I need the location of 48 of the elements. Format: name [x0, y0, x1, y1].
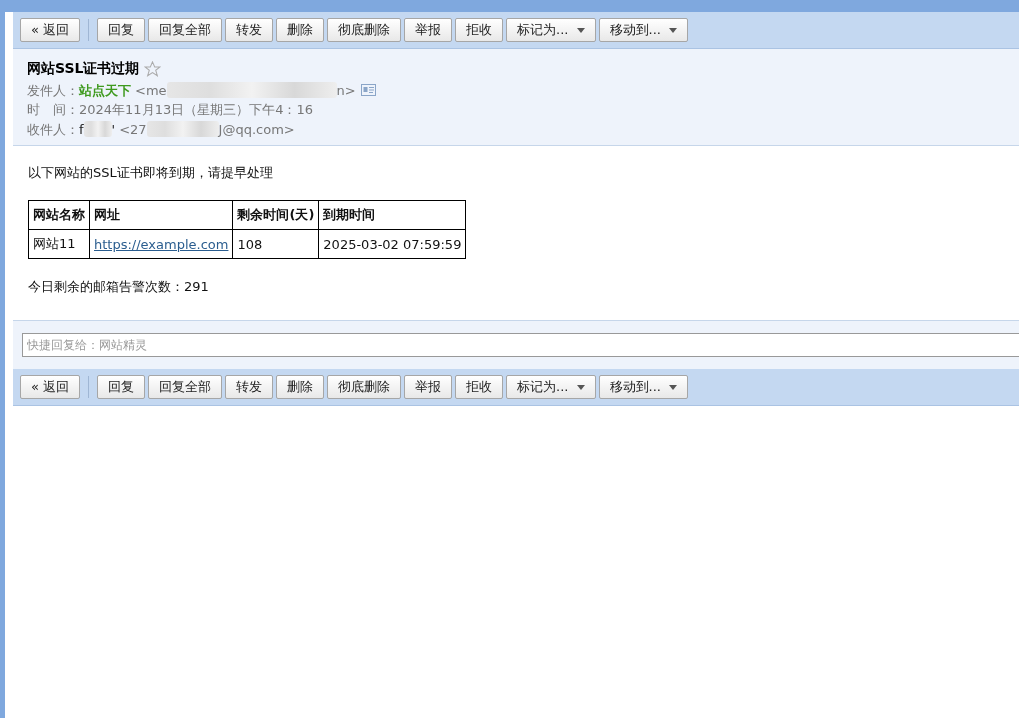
- toolbar-button[interactable]: 回复全部: [148, 18, 223, 42]
- dropdown-button[interactable]: 标记为...: [506, 18, 596, 42]
- back-button[interactable]: « 返回: [20, 375, 81, 399]
- caret-icon: [668, 27, 677, 33]
- contact-card-icon[interactable]: [360, 84, 376, 97]
- sender-email-end: n>: [336, 81, 356, 100]
- caret-icon: [576, 384, 585, 390]
- column-header: 到期时间: [318, 200, 466, 230]
- toolbar-button[interactable]: 彻底删除: [327, 375, 402, 399]
- toolbar-button[interactable]: 举报: [404, 375, 453, 399]
- redaction-blur: [83, 121, 112, 138]
- toolbar-button[interactable]: 删除: [276, 375, 325, 399]
- caret-icon: [668, 384, 677, 390]
- toolbar-button[interactable]: 回复: [97, 18, 146, 42]
- toolbar-button[interactable]: 拒收: [455, 375, 504, 399]
- table-cell: 2025-03-02 07:59:59: [318, 229, 466, 259]
- toolbar-button[interactable]: 转发: [225, 375, 274, 399]
- back-button[interactable]: « 返回: [20, 18, 81, 42]
- toolbar-button[interactable]: 拒收: [455, 18, 504, 42]
- toolbar-button[interactable]: 转发: [225, 18, 274, 42]
- recipient-email-start: <27: [119, 120, 147, 139]
- toolbar-button[interactable]: 彻底删除: [327, 18, 402, 42]
- recipient-name-start: f: [79, 120, 84, 139]
- sender-email-start: <me: [135, 81, 167, 100]
- dropdown-button[interactable]: 移动到...: [598, 375, 688, 399]
- dropdown-button[interactable]: 标记为...: [506, 375, 596, 399]
- caret-icon: [576, 27, 585, 33]
- quick-reply-field[interactable]: 快捷回复给：网站精灵: [22, 333, 1019, 357]
- intro-text: 以下网站的SSL证书即将到期，请提早处理: [28, 164, 274, 182]
- time-label: 时 间：: [27, 101, 79, 119]
- dropdown-button[interactable]: 移动到...: [598, 18, 688, 42]
- column-header: 剩余时间(天): [232, 200, 319, 230]
- sent-time: 2024年11月13日（星期三）下午4：16: [79, 101, 313, 119]
- sender-label: 发件人：: [27, 81, 79, 100]
- toolbar-button[interactable]: 举报: [404, 18, 453, 42]
- star-icon[interactable]: [144, 60, 162, 77]
- toolbar-button[interactable]: 删除: [276, 18, 325, 42]
- toolbar-button[interactable]: 回复: [97, 375, 146, 399]
- recipient-label: 收件人：: [27, 120, 79, 139]
- table-cell: 108: [232, 229, 319, 259]
- recipient-name-end: ': [111, 120, 116, 139]
- alert-count-text: 今日剩余的邮箱告警次数：291: [28, 278, 210, 296]
- toolbar-button[interactable]: 回复全部: [148, 375, 223, 399]
- table-cell: 网站11: [28, 229, 90, 259]
- recipient-email-end: J@qq.com>: [218, 120, 295, 139]
- email-subject: 网站SSL证书过期: [27, 59, 140, 78]
- column-header: 网站名称: [28, 200, 90, 230]
- column-header: 网址: [89, 200, 233, 230]
